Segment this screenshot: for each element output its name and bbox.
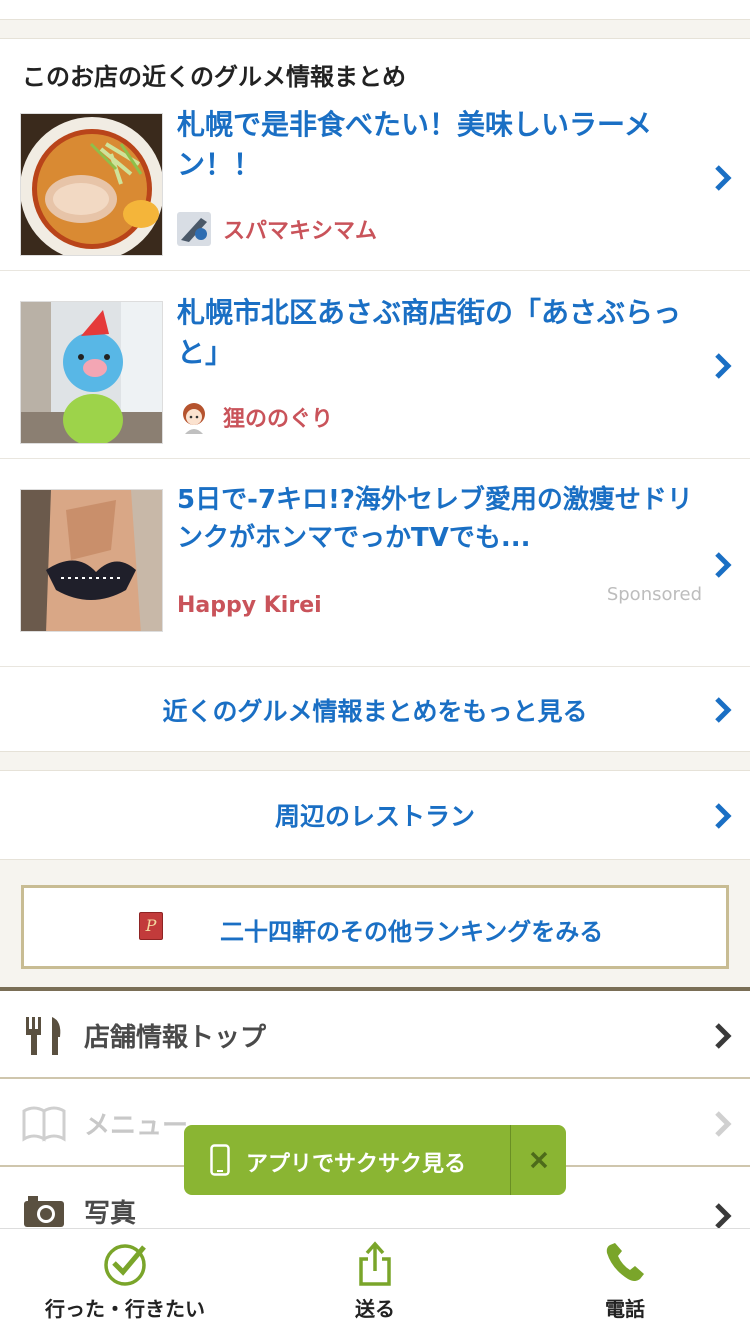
matome-article-sponsored[interactable]: 5日で-7キロ!?海外セレブ愛用の激痩せドリンクがホンマでっかTVでも... H… [0, 459, 750, 647]
article-title[interactable]: 札幌市北区あさぶ商店街の「あさぶらっと」 [177, 293, 697, 373]
nav-label: 写真 [84, 1199, 137, 1229]
share-icon [359, 1241, 391, 1286]
nav-label: メニュー [84, 1111, 189, 1141]
chevron-right-icon [715, 1203, 732, 1229]
chevron-right-icon [715, 697, 732, 723]
share-button[interactable]: 送る [250, 1229, 500, 1334]
app-banner-label: アプリでサクサク見る [246, 1152, 467, 1177]
fork-knife-icon [26, 1017, 61, 1055]
share-label: 送る [355, 1297, 395, 1321]
phone-icon [606, 1243, 644, 1281]
article-author: Happy Kirei [177, 587, 322, 623]
article-title[interactable]: 5日で-7キロ!?海外セレブ愛用の激痩せドリンクがホンマでっかTVでも... [177, 481, 697, 557]
more-matome-link[interactable]: 近くのグルメ情報まとめをもっと見る [0, 666, 750, 752]
ranking-book-icon: P [139, 912, 163, 940]
book-icon [22, 1106, 66, 1142]
article-author: スパマキシマム [177, 211, 377, 247]
chevron-right-icon [715, 1023, 732, 1049]
banner-close-button[interactable] [511, 1125, 566, 1195]
chevron-right-icon [715, 1111, 732, 1137]
author-name: 狸ののぐり [223, 407, 334, 432]
call-button[interactable]: 電話 [500, 1229, 750, 1334]
nearby-restaurants-link[interactable]: 周辺のレストラン [0, 770, 750, 860]
check-circle-icon [104, 1244, 146, 1286]
top-strip [0, 0, 750, 20]
author-name: スパマキシマム [223, 219, 378, 244]
matome-article-1[interactable]: 札幌で是非食べたい！美味しいラーメン！！ スパマキシマム [0, 83, 750, 271]
author-name: Happy Kirei [177, 592, 322, 618]
app-promo-banner[interactable]: アプリでサクサク見る [184, 1125, 566, 1195]
gourmet-matome-section: このお店の近くのグルメ情報まとめ 札幌で是非食べたい！美味しいラーメン！！ スパ… [0, 38, 750, 752]
went-want-button[interactable]: 行った・行きたい [0, 1229, 250, 1334]
nearby-restaurants-label: 周辺のレストラン [274, 802, 475, 831]
more-matome-label: 近くのグルメ情報まとめをもっと見る [162, 696, 588, 726]
bottom-action-bar: 行った・行きたい 送る 電話 [0, 1228, 750, 1334]
mascot-thumbnail [20, 301, 163, 444]
call-label: 電話 [605, 1297, 645, 1321]
author-avatar [177, 400, 211, 434]
article-author: 狸ののぐり [177, 399, 333, 435]
sponsored-label: Sponsored [606, 584, 702, 605]
nav-item-shop-top[interactable]: 店舗情報トップ [0, 991, 750, 1079]
matome-article-2[interactable]: 札幌市北区あさぶ商店街の「あさぶらっと」 狸ののぐり [0, 271, 750, 459]
chevron-right-icon [715, 353, 732, 379]
ranking-label: 二十四軒のその他ランキングをみる [220, 918, 604, 946]
camera-icon [24, 1196, 64, 1227]
author-avatar [177, 212, 211, 246]
chevron-right-icon [715, 803, 732, 829]
chevron-right-icon [715, 552, 732, 578]
ranking-button[interactable]: P 二十四軒のその他ランキングをみる [21, 885, 729, 969]
ramen-thumbnail [20, 113, 163, 256]
nav-label: 店舗情報トップ [84, 1023, 267, 1053]
smartphone-icon [210, 1144, 230, 1176]
sponsored-thumbnail [20, 489, 163, 632]
article-title[interactable]: 札幌で是非食べたい！美味しいラーメン！！ [177, 105, 697, 185]
chevron-right-icon [715, 165, 732, 191]
close-icon [530, 1151, 547, 1169]
went-want-label: 行った・行きたい [45, 1297, 205, 1321]
